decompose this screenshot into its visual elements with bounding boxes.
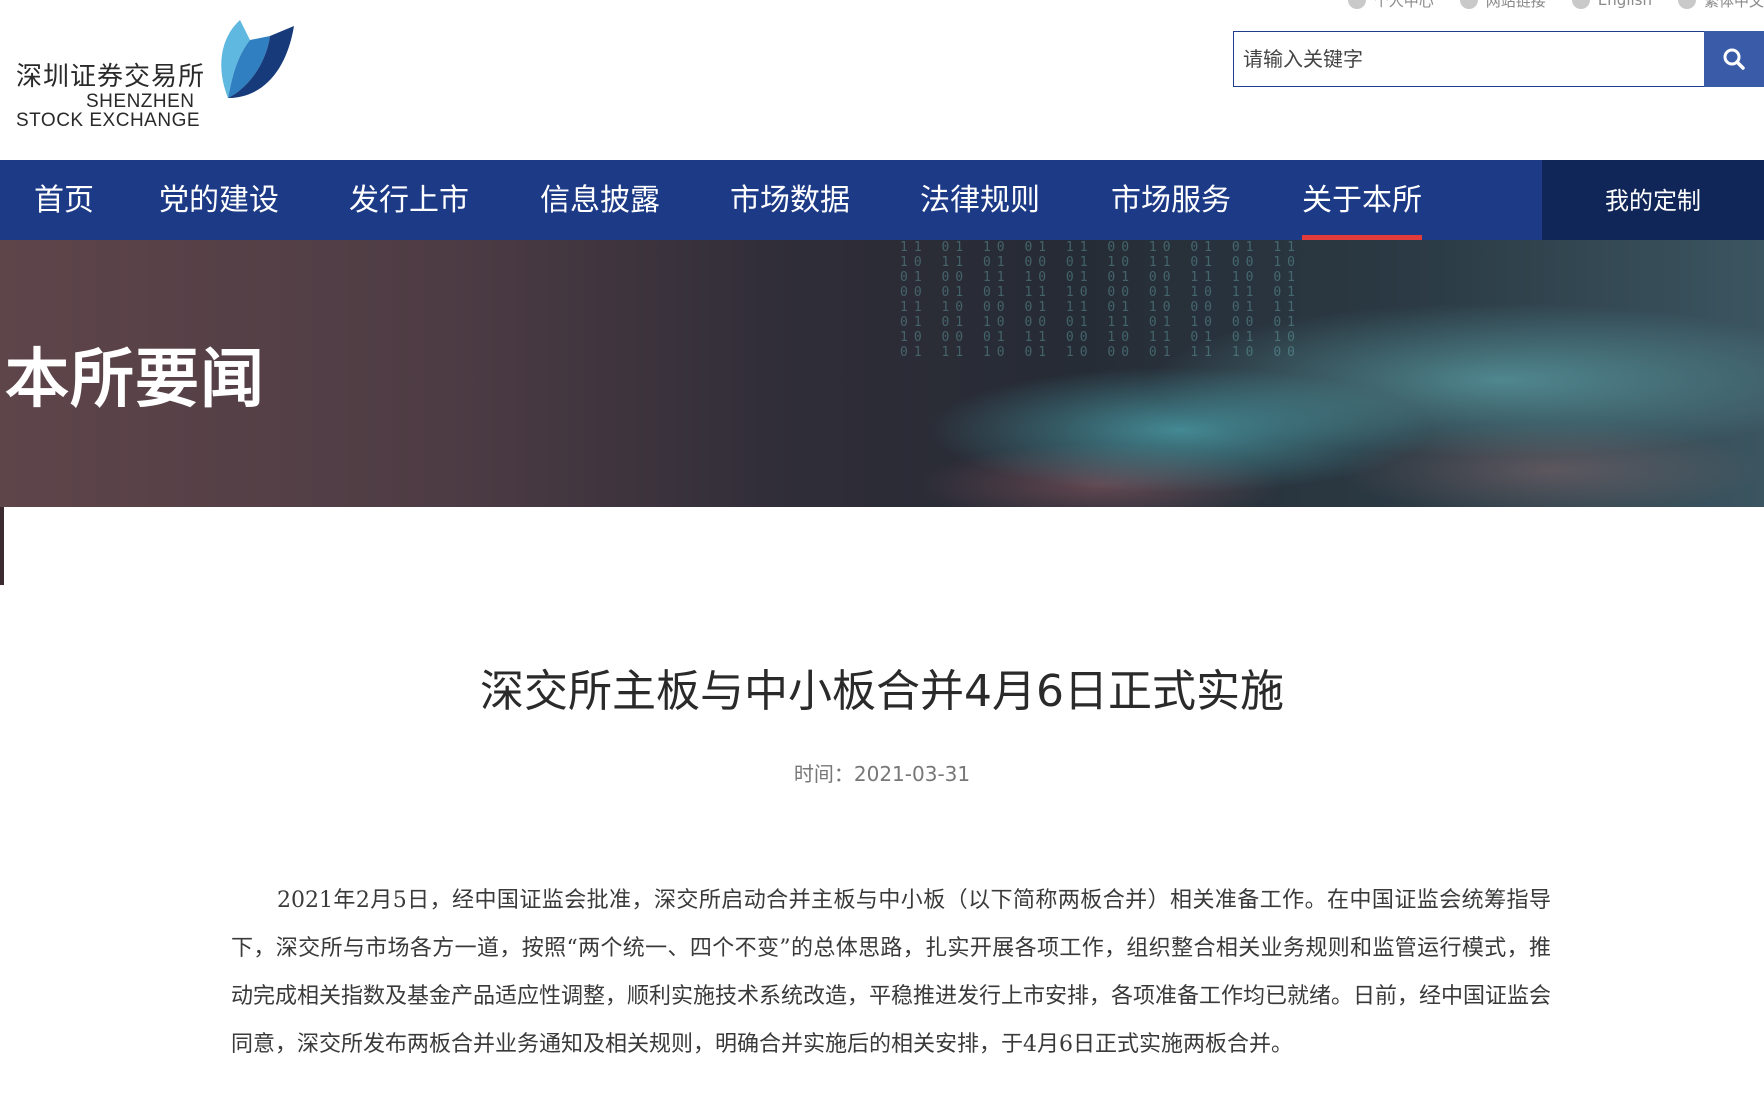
search-input[interactable] <box>1233 31 1704 87</box>
page-banner: 11 01 10 01 11 00 10 01 01 11 10 11 01 00… <box>0 240 1764 507</box>
banner-digits-decoration: 11 01 10 01 11 00 10 01 01 11 10 11 01 00… <box>900 240 1301 360</box>
logo-english-line2: STOCK EXCHANGE <box>16 110 201 131</box>
my-customization-button[interactable]: 我的定制 <box>1542 160 1764 240</box>
user-icon <box>1347 0 1366 9</box>
globe-icon <box>1571 0 1590 9</box>
search-button[interactable] <box>1704 31 1764 87</box>
nav-item-market-services[interactable]: 市场服务 <box>1111 160 1231 240</box>
search-bar <box>1233 31 1764 87</box>
nav-item-rules[interactable]: 法律规则 <box>920 160 1040 240</box>
nav-item-listing[interactable]: 发行上市 <box>349 160 469 240</box>
article-title: 深交所主板与中小板合并4月6日正式实施 <box>480 666 1284 717</box>
search-icon <box>1723 48 1745 70</box>
logo-chinese-name: 深圳证券交易所 <box>16 62 206 92</box>
banner-title: 本所要闻 <box>5 343 265 417</box>
top-links: 个人中心 网站链接 English 繁体中文 <box>1347 0 1764 10</box>
nav-item-market-data[interactable]: 市场数据 <box>730 160 850 240</box>
link-icon <box>1459 0 1478 9</box>
nav-item-home[interactable]: 首页 <box>34 160 94 240</box>
header: 深圳证券交易所 SHENZHEN STOCK EXCHANGE 个人中心 网站链… <box>0 0 1764 160</box>
toplink-english[interactable]: English <box>1571 0 1652 10</box>
toplink-traditional[interactable]: 繁体中文 <box>1677 0 1764 10</box>
article-date: 时间：2021-03-31 <box>793 762 971 786</box>
nav-item-about[interactable]: 关于本所 <box>1302 160 1422 240</box>
nav-item-party-building[interactable]: 党的建设 <box>159 160 279 240</box>
toplink-site-links[interactable]: 网站链接 <box>1459 0 1546 10</box>
nav-item-disclosure[interactable]: 信息披露 <box>540 160 660 240</box>
toplink-personal-center[interactable]: 个人中心 <box>1347 0 1434 10</box>
globe-icon <box>1677 0 1696 9</box>
szse-emblem-icon <box>221 20 294 98</box>
main-nav: 首页 党的建设 发行上市 信息披露 市场数据 法律规则 市场服务 关于本所 我的… <box>0 160 1764 240</box>
szse-logo[interactable]: 深圳证券交易所 SHENZHEN STOCK EXCHANGE <box>14 16 294 136</box>
left-accent-bar <box>0 507 4 585</box>
article-body: 2021年2月5日，经中国证监会批准，深交所启动合并主板与中小板（以下简称两板合… <box>231 888 1552 1057</box>
